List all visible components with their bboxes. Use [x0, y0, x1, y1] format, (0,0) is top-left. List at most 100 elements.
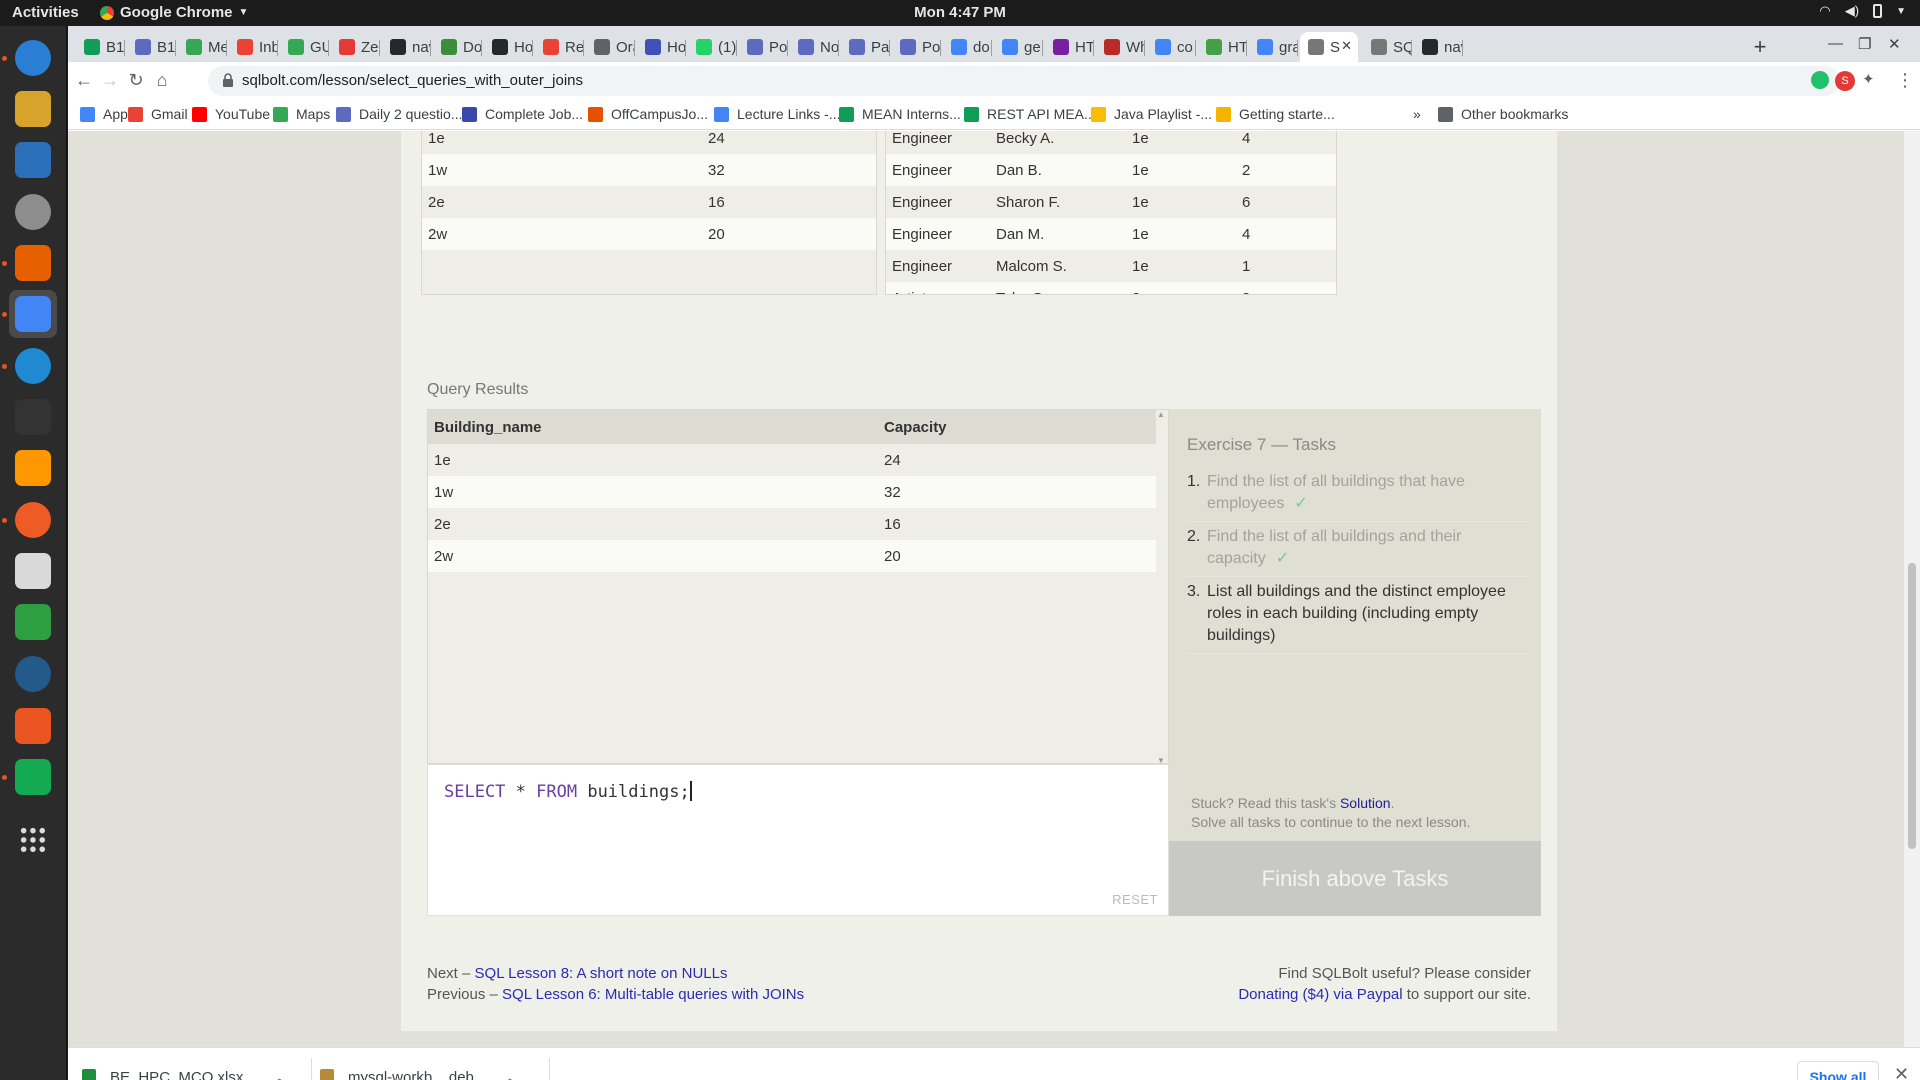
task-list: 1. Find the list of all buildings that ha…	[1187, 467, 1527, 654]
bookmark-2[interactable]: Gmail	[128, 106, 188, 122]
tab-6[interactable]: Zer	[331, 32, 380, 62]
tab-4[interactable]: Inb	[229, 32, 278, 62]
tab-15[interactable]: No	[790, 32, 839, 62]
tab-23[interactable]: HT	[1198, 32, 1247, 62]
table-cell: 32	[878, 476, 1156, 508]
tab-2[interactable]: B1	[127, 32, 176, 62]
bookmark-6[interactable]: Complete Job...	[462, 106, 583, 122]
tab-16[interactable]: Pa	[841, 32, 890, 62]
pdf-viewer-icon[interactable]	[9, 547, 57, 595]
tab-24[interactable]: gra	[1249, 32, 1298, 62]
page-scrollbar[interactable]	[1904, 131, 1920, 1047]
address-bar[interactable]: sqlbolt.com/lesson/select_queries_with_o…	[208, 66, 1840, 96]
extensions-puzzle-icon[interactable]: ✦	[1862, 70, 1880, 88]
bookmark-3[interactable]: YouTube	[192, 106, 270, 122]
bookmark-9[interactable]: MEAN Interns...	[839, 106, 961, 122]
solution-link[interactable]: Solution	[1340, 795, 1391, 811]
tab-18[interactable]: do	[943, 32, 992, 62]
bookmark-10[interactable]: REST API MEA...	[964, 106, 1096, 122]
previous-lesson-link[interactable]: SQL Lesson 6: Multi-table queries with J…	[502, 986, 804, 1003]
bookmark-14[interactable]: Other bookmarks	[1438, 106, 1568, 122]
files-icon[interactable]	[9, 188, 57, 236]
new-tab-plus-icon[interactable]: +	[1748, 34, 1772, 60]
tab-20[interactable]: HT	[1045, 32, 1094, 62]
tab-25[interactable]: S ✕	[1300, 32, 1358, 62]
download-item[interactable]: BE_HPC_MCQ.xlsx ︿	[82, 1048, 312, 1080]
tab-8[interactable]: Do	[433, 32, 482, 62]
scrollbar-thumb[interactable]	[1908, 563, 1916, 849]
chrome-icon[interactable]	[9, 290, 57, 338]
tab-26[interactable]: SQ	[1363, 32, 1412, 62]
menu-kebab-icon[interactable]: ⋮	[1896, 70, 1914, 91]
system-top-bar: Activities Google Chrome ▼ Mon 4:47 PM ◠…	[0, 0, 1920, 26]
tab-21[interactable]: Wh	[1096, 32, 1145, 62]
finish-tasks-button[interactable]: Finish above Tasks	[1169, 841, 1541, 916]
writer-icon[interactable]	[9, 136, 57, 184]
close-tab-icon[interactable]: ✕	[1341, 38, 1352, 54]
tab-13[interactable]: (1)	[688, 32, 737, 62]
tab-11[interactable]: Ora	[586, 32, 635, 62]
activities-button[interactable]: Activities	[12, 4, 79, 21]
system-tray[interactable]: ◠ ◀) ▼	[1819, 3, 1906, 19]
postman-icon[interactable]	[9, 496, 57, 544]
firefox-icon[interactable]	[9, 239, 57, 287]
bookmark-13[interactable]: »	[1413, 106, 1421, 122]
back-arrow-icon[interactable]: ←	[72, 70, 96, 91]
tab-14[interactable]: Po	[739, 32, 788, 62]
donate-link[interactable]: Donating ($4) via Paypal	[1238, 986, 1402, 1003]
download-item[interactable]: mysql-workb....deb ︿	[320, 1048, 550, 1080]
bookmark-label: YouTube	[215, 106, 271, 122]
bookmark-12[interactable]: Getting starte...	[1216, 106, 1335, 122]
results-scrollbar[interactable]: ▲ ▼	[1154, 410, 1168, 763]
forward-arrow-icon[interactable]: →	[98, 70, 122, 91]
tab-10[interactable]: Res	[535, 32, 584, 62]
chevron-up-icon[interactable]: ︿	[273, 1069, 285, 1080]
tab-22[interactable]: co	[1147, 32, 1196, 62]
tab-19[interactable]: ge	[994, 32, 1043, 62]
tab-12[interactable]: Ho	[637, 32, 686, 62]
calc-icon[interactable]	[9, 598, 57, 646]
bookmark-5[interactable]: Daily 2 questio...	[336, 106, 463, 122]
column-header[interactable]: Building_name	[428, 410, 878, 444]
thunderbird-icon[interactable]	[9, 34, 57, 82]
close-icon[interactable]: ✕	[1894, 1064, 1909, 1080]
sql-editor[interactable]: SELECT * FROM buildings; RESET	[427, 764, 1169, 916]
show-apps-icon[interactable]	[9, 816, 57, 864]
clock[interactable]: Mon 4:47 PM	[0, 4, 1920, 21]
minimize-icon[interactable]: —	[1828, 35, 1843, 52]
terminal-icon[interactable]	[9, 393, 57, 441]
next-lesson-link[interactable]: SQL Lesson 8: A short note on NULLs	[475, 965, 728, 982]
query-results-table[interactable]: Building_name Capacity 1e 24 1w 32 2e 16 2w 20 ▲…	[427, 409, 1169, 764]
tab-9[interactable]: Ho	[484, 32, 533, 62]
column-header[interactable]: Capacity	[878, 410, 1156, 444]
tab-7[interactable]: nav	[382, 32, 431, 62]
close-window-icon[interactable]: ✕	[1888, 35, 1901, 53]
bookmark-1[interactable]: Apps	[80, 106, 135, 122]
scroll-up-icon[interactable]: ▲	[1157, 410, 1165, 419]
home-icon[interactable]: ⌂	[150, 70, 174, 91]
tab-5[interactable]: GU	[280, 32, 329, 62]
tab-17[interactable]: Po	[892, 32, 941, 62]
restore-icon[interactable]: ❐	[1858, 35, 1871, 53]
vscode-icon[interactable]	[9, 342, 57, 390]
rhythmbox-icon[interactable]	[9, 85, 57, 133]
app-menu[interactable]: Google Chrome ▼	[100, 4, 248, 21]
reset-button[interactable]: RESET	[1112, 892, 1158, 907]
tab-3[interactable]: Me	[178, 32, 227, 62]
bookmark-7[interactable]: OffCampusJo...	[588, 106, 708, 122]
profile-avatar[interactable]: S	[1835, 71, 1855, 91]
chevron-up-icon[interactable]: ︿	[504, 1069, 516, 1080]
mongodb-compass-icon[interactable]	[9, 753, 57, 801]
grammarly-extension-icon[interactable]	[1811, 71, 1829, 89]
bookmark-8[interactable]: Lecture Links -...	[714, 106, 841, 122]
reload-icon[interactable]: ↻	[124, 70, 148, 91]
bookmark-4[interactable]: Maps	[273, 106, 330, 122]
software-store-icon[interactable]	[9, 702, 57, 750]
tab-1[interactable]: B1	[76, 32, 125, 62]
sublime-icon[interactable]	[9, 444, 57, 492]
show-all-downloads-button[interactable]: Show all	[1797, 1061, 1879, 1080]
tab-27[interactable]: nav	[1414, 32, 1463, 62]
scroll-down-icon[interactable]: ▼	[1157, 756, 1165, 763]
bookmark-11[interactable]: Java Playlist -...	[1091, 106, 1212, 122]
mysql-workbench-icon[interactable]	[9, 650, 57, 698]
